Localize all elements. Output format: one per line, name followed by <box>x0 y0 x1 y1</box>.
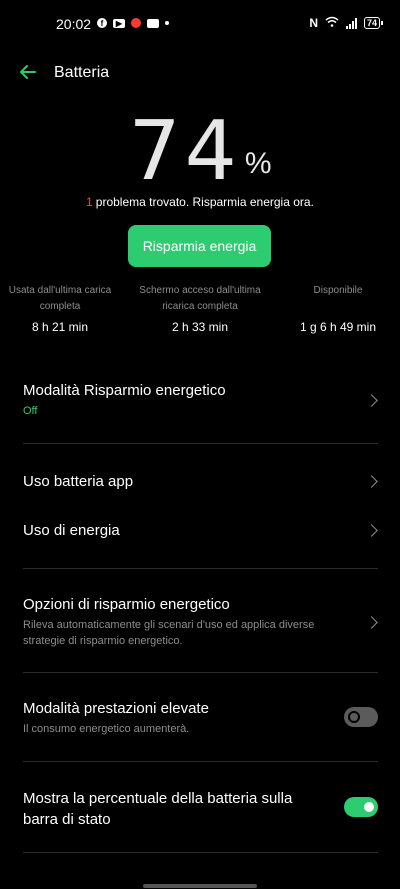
divider <box>23 852 378 853</box>
divider <box>23 672 378 673</box>
home-indicator[interactable] <box>143 884 257 888</box>
toggle-knob <box>364 802 374 812</box>
stat-label: Disponibile <box>313 285 363 296</box>
toggle-knob <box>348 711 360 723</box>
row-title: Mostra la percentuale della batteria sul… <box>23 790 293 828</box>
energy-usage-row[interactable]: Uso di energia <box>23 522 380 542</box>
show-battery-percentage-row: Mostra la percentuale della batteria sul… <box>23 788 380 830</box>
page-title: Batteria <box>54 64 110 81</box>
wifi-icon <box>325 16 339 30</box>
stat-value: 1 g 6 h 49 min <box>299 320 377 334</box>
stat-value: 2 h 33 min <box>171 320 229 334</box>
high-performance-mode-row: Modalità prestazioni elevate Il consumo … <box>23 700 380 740</box>
stat-label: Schermo acceso dall'ultima ricarica comp… <box>139 285 261 312</box>
divider <box>23 761 378 762</box>
save-energy-button[interactable]: Risparmia energia <box>128 225 271 267</box>
row-title: Uso di energia <box>23 522 120 539</box>
nfc-icon: N <box>309 16 318 30</box>
signal-icon <box>345 17 357 29</box>
battery-percent-value: 74 <box>128 104 241 199</box>
row-status: Off <box>23 405 38 417</box>
high-performance-toggle[interactable] <box>344 707 378 727</box>
stat-screen-on: Schermo acceso dall'ultima ricarica comp… <box>136 283 264 334</box>
chevron-right-icon <box>365 616 378 629</box>
row-title: Modalità prestazioni elevate <box>23 700 209 717</box>
battery-percent-unit: % <box>244 147 272 180</box>
row-subtitle: Rileva automaticamente gli scenari d'uso… <box>23 619 315 647</box>
arrow-left-icon[interactable] <box>18 62 38 82</box>
app-notification-icon <box>131 18 141 28</box>
stat-available: Disponibile 1 g 6 h 49 min <box>288 283 388 334</box>
power-saving-options-row[interactable]: Opzioni di risparmio energetico Rileva a… <box>23 596 380 650</box>
row-subtitle: Il consumo energetico aumenterà. <box>23 723 190 735</box>
battery-icon: 74 <box>363 17 384 29</box>
more-notifications-icon <box>165 21 169 25</box>
facebook-icon: f <box>97 18 107 28</box>
stat-label: Usata dall'ultima carica completa <box>8 285 112 312</box>
problem-text: problema trovato. Risparmia energia ora. <box>95 195 314 209</box>
notification-icons: f ▶ <box>97 18 169 28</box>
battery-percentage: 74% <box>0 104 400 199</box>
divider <box>23 443 378 444</box>
status-bar: 20:02 f ▶ N 74 <box>0 0 400 46</box>
stat-value: 8 h 21 min <box>31 320 89 334</box>
app-battery-usage-row[interactable]: Uso batteria app <box>23 473 380 493</box>
problem-message: 1 problema trovato. Risparmia energia ora… <box>0 195 400 209</box>
divider <box>23 568 378 569</box>
problem-count: 1 <box>86 195 93 209</box>
status-time: 20:02 <box>56 16 92 32</box>
app-bar: Batteria <box>0 50 400 96</box>
system-icons: N 74 <box>309 16 384 30</box>
power-saving-mode-row[interactable]: Modalità Risparmio energetico Off <box>23 382 380 426</box>
row-title: Modalità Risparmio energetico <box>23 382 226 399</box>
youtube-icon: ▶ <box>113 18 125 28</box>
row-title: Opzioni di risparmio energetico <box>23 596 230 613</box>
stat-since-full-charge: Usata dall'ultima carica completa 8 h 21… <box>6 283 114 334</box>
shop-icon <box>147 18 159 28</box>
row-title: Uso batteria app <box>23 473 134 490</box>
show-battery-percentage-toggle[interactable] <box>344 797 378 817</box>
